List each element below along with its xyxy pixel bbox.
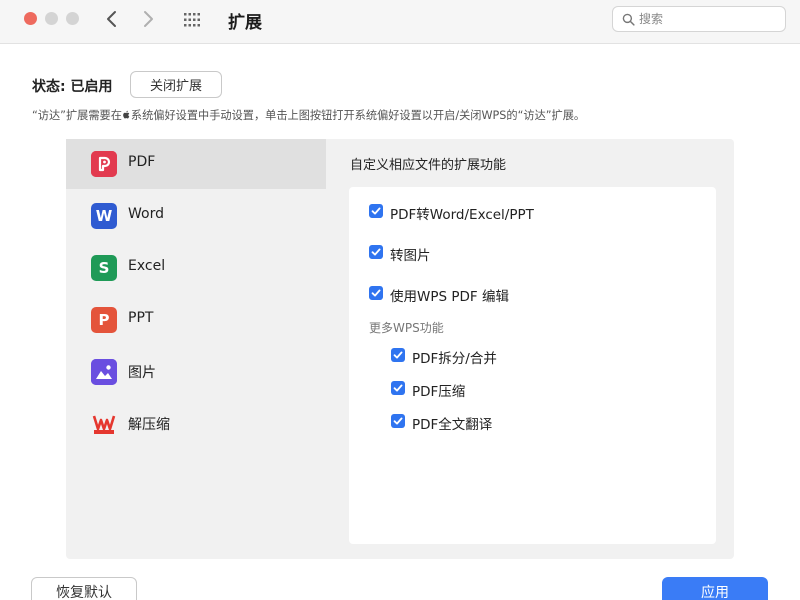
search-icon	[622, 13, 635, 26]
extension-panel: PDF W Word S Excel P PPT 图片 解压缩 自定义相应文件的…	[66, 139, 734, 559]
checkmark-icon	[393, 351, 403, 359]
extension-status: 状态: 已启用	[32, 79, 113, 95]
sidebar-item-pdf[interactable]: PDF	[66, 139, 326, 189]
checkmark-icon	[371, 248, 381, 256]
note-text-end: 系统偏好设置中手动设置，单击上图按钮打开系统偏好设置以开启/关闭WPS的“访达”…	[130, 109, 586, 122]
file-type-sidebar: PDF W Word S Excel P PPT 图片 解压缩	[66, 139, 326, 559]
sidebar-item-word[interactable]: W Word	[66, 191, 326, 241]
minimize-window-button[interactable]	[45, 12, 58, 25]
wps-unzip-icon	[91, 411, 117, 437]
ppt-icon: P	[91, 307, 117, 333]
apple-logo-icon	[123, 110, 130, 119]
option-label: 转图片	[390, 248, 431, 264]
more-wps-features-heading: 更多WPS功能	[369, 321, 444, 335]
excel-icon: S	[91, 255, 117, 281]
sidebar-item-unzip[interactable]: 解压缩	[66, 399, 326, 449]
extension-options-area: 自定义相应文件的扩展功能 PDF转Word/Excel/PPT 转图片 使用WP…	[334, 139, 734, 559]
checkmark-icon	[371, 207, 381, 215]
apply-button[interactable]: 应用	[662, 577, 768, 600]
checkbox-checked[interactable]	[369, 204, 383, 218]
checkmark-icon	[393, 417, 403, 425]
option-label: PDF全文翻译	[412, 417, 493, 433]
pdf-icon	[91, 151, 117, 177]
word-icon: W	[91, 203, 117, 229]
sidebar-item-label: Excel	[128, 258, 166, 274]
checkbox-checked[interactable]	[391, 414, 405, 428]
checkmark-icon	[371, 289, 381, 297]
sidebar-item-image[interactable]: 图片	[66, 347, 326, 397]
checkbox-checked[interactable]	[369, 286, 383, 300]
close-extension-button[interactable]: 关闭扩展	[130, 71, 222, 98]
sidebar-item-label: Word	[128, 206, 164, 222]
search-box[interactable]	[612, 6, 786, 32]
checkbox-checked[interactable]	[391, 381, 405, 395]
sidebar-item-label: 图片	[128, 365, 156, 381]
image-icon	[91, 359, 117, 385]
extension-note: “访达”扩展需要在 系统偏好设置中手动设置，单击上图按钮打开系统偏好设置以开启/关…	[32, 107, 585, 123]
note-text-start: “访达”扩展需要在	[32, 109, 122, 122]
chevron-right-icon	[144, 11, 153, 27]
title-bar: 扩展	[0, 0, 800, 44]
close-window-button[interactable]	[24, 12, 37, 25]
options-list: PDF转Word/Excel/PPT 转图片 使用WPS PDF 编辑 更多WP…	[349, 187, 716, 544]
back-button[interactable]	[100, 7, 124, 31]
option-label: PDF拆分/合并	[412, 351, 497, 367]
options-header: 自定义相应文件的扩展功能	[350, 158, 507, 173]
zoom-window-button[interactable]	[66, 12, 79, 25]
checkbox-checked[interactable]	[391, 348, 405, 362]
sidebar-item-label: PDF	[128, 154, 156, 170]
checkmark-icon	[393, 384, 403, 392]
sidebar-item-ppt[interactable]: P PPT	[66, 295, 326, 345]
chevron-left-icon	[107, 11, 116, 27]
window-title: 扩展	[228, 13, 262, 33]
sidebar-item-label: PPT	[128, 310, 154, 326]
search-input[interactable]	[639, 7, 779, 31]
option-label: PDF压缩	[412, 384, 466, 400]
grid-view-icon[interactable]	[182, 10, 202, 30]
restore-defaults-button[interactable]: 恢复默认	[31, 577, 137, 600]
sidebar-item-excel[interactable]: S Excel	[66, 243, 326, 293]
checkbox-checked[interactable]	[369, 245, 383, 259]
option-label: 使用WPS PDF 编辑	[390, 289, 509, 305]
sidebar-item-label: 解压缩	[128, 417, 170, 433]
option-label: PDF转Word/Excel/PPT	[390, 207, 534, 223]
forward-button[interactable]	[136, 7, 160, 31]
